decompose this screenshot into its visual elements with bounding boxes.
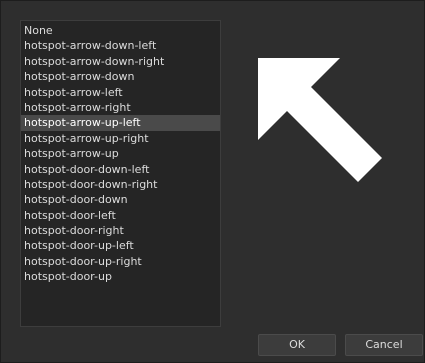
list-item[interactable]: hotspot-door-left — [21, 208, 220, 223]
list-item[interactable]: hotspot-door-up-left — [21, 238, 220, 253]
list-item[interactable]: hotspot-arrow-up-right — [21, 131, 220, 146]
arrow-up-left-icon — [258, 58, 382, 182]
arrow-up-left-shape — [258, 58, 382, 182]
ok-button[interactable]: OK — [258, 334, 336, 356]
list-item[interactable]: hotspot-arrow-down-right — [21, 54, 220, 69]
list-item[interactable]: hotspot-arrow-left — [21, 85, 220, 100]
list-item[interactable]: hotspot-arrow-up — [21, 146, 220, 161]
list-item[interactable]: hotspot-door-right — [21, 223, 220, 238]
list-item[interactable]: hotspot-arrow-down-left — [21, 38, 220, 53]
hotspot-list[interactable]: None hotspot-arrow-down-left hotspot-arr… — [20, 20, 221, 327]
list-item[interactable]: None — [21, 23, 220, 38]
list-item[interactable]: hotspot-door-up — [21, 269, 220, 284]
hotspot-picker-dialog: None hotspot-arrow-down-left hotspot-arr… — [0, 0, 425, 363]
list-item[interactable]: hotspot-arrow-down — [21, 69, 220, 84]
list-item[interactable]: hotspot-door-up-right — [21, 254, 220, 269]
list-item[interactable]: hotspot-door-down-left — [21, 162, 220, 177]
list-item[interactable]: hotspot-arrow-right — [21, 100, 220, 115]
list-item[interactable]: hotspot-arrow-up-left — [21, 115, 220, 131]
list-item[interactable]: hotspot-door-down — [21, 192, 220, 207]
hotspot-list-items: None hotspot-arrow-down-left hotspot-arr… — [21, 21, 220, 285]
list-item[interactable]: hotspot-door-down-right — [21, 177, 220, 192]
cancel-button[interactable]: Cancel — [345, 334, 423, 356]
hotspot-preview — [241, 41, 401, 201]
